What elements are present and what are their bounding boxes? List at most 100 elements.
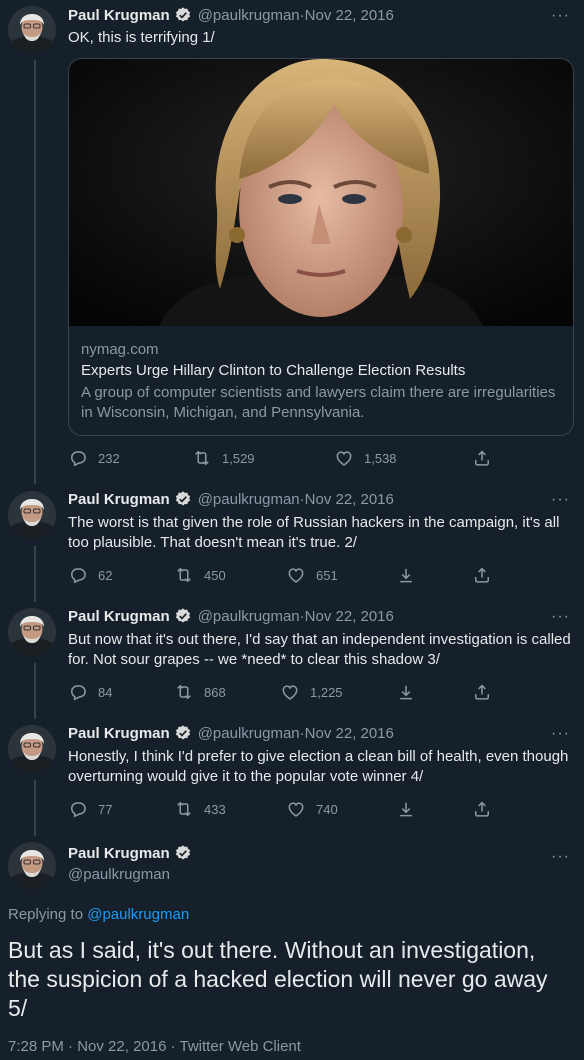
like-icon bbox=[280, 682, 300, 702]
download-button[interactable] bbox=[396, 565, 426, 585]
separator: · bbox=[166, 1038, 180, 1055]
reply-icon bbox=[68, 799, 88, 819]
avatar[interactable] bbox=[8, 725, 56, 773]
tweet-meta: 7:28 PM · Nov 22, 2016 · Twitter Web Cli… bbox=[8, 1038, 301, 1055]
like-count: 740 bbox=[316, 801, 338, 817]
card-description: A group of computer scientists and lawye… bbox=[81, 384, 556, 421]
share-icon bbox=[472, 448, 492, 468]
more-options-icon[interactable]: ··· bbox=[551, 492, 570, 508]
tweet-text: The worst is that given the role of Russ… bbox=[68, 514, 560, 551]
tweet-text: Honestly, I think I'd prefer to give ele… bbox=[68, 748, 569, 785]
thread-connector bbox=[34, 780, 36, 836]
author-name[interactable]: Paul Krugman bbox=[68, 7, 170, 24]
retweet-button[interactable]: 450 bbox=[174, 565, 226, 585]
avatar[interactable] bbox=[8, 608, 56, 656]
tweet-text: OK, this is terrifying 1/ bbox=[68, 29, 215, 46]
verified-badge-icon bbox=[174, 607, 192, 625]
main-tweet-text: But as I said, it's out there. Without a… bbox=[8, 937, 548, 1021]
tweet-header: Paul Krugman @paulkrugman · Nov 22, 2016 bbox=[68, 489, 394, 509]
replying-to-label: Replying to bbox=[8, 906, 88, 923]
download-button[interactable] bbox=[396, 799, 426, 819]
avatar[interactable] bbox=[8, 842, 56, 890]
download-icon bbox=[396, 682, 416, 702]
download-icon bbox=[396, 799, 416, 819]
retweet-count: 1,529 bbox=[222, 450, 255, 466]
share-icon bbox=[472, 682, 492, 702]
retweet-button[interactable]: 433 bbox=[174, 799, 226, 819]
retweet-icon bbox=[174, 565, 194, 585]
like-icon bbox=[286, 799, 306, 819]
share-button[interactable] bbox=[472, 565, 502, 585]
tweet-actions: 84 868 1,225 bbox=[68, 682, 498, 702]
main-tweet-handle-row: @paulkrugman bbox=[68, 864, 170, 884]
tweet-source[interactable]: Twitter Web Client bbox=[180, 1038, 301, 1055]
tweet-text: But now that it's out there, I'd say tha… bbox=[68, 631, 571, 668]
verified-badge-icon bbox=[174, 6, 192, 24]
reply-button[interactable]: 232 bbox=[68, 448, 120, 468]
retweet-count: 433 bbox=[204, 801, 226, 817]
card-title[interactable]: Experts Urge Hillary Clinton to Challeng… bbox=[81, 362, 465, 379]
like-icon bbox=[334, 448, 354, 468]
share-button[interactable] bbox=[472, 448, 502, 468]
tweet-actions: 62 450 651 bbox=[68, 565, 498, 585]
like-button[interactable]: 651 bbox=[286, 565, 338, 585]
author-name[interactable]: Paul Krugman bbox=[68, 608, 170, 625]
tweet-date[interactable]: Nov 22, 2016 bbox=[305, 725, 394, 742]
reply-icon bbox=[68, 565, 88, 585]
retweet-icon bbox=[174, 799, 194, 819]
verified-badge-icon bbox=[174, 490, 192, 508]
author-handle[interactable]: @paulkrugman bbox=[198, 725, 300, 742]
replying-to-handle[interactable]: @paulkrugman bbox=[87, 906, 189, 923]
author-handle[interactable]: @paulkrugman bbox=[68, 866, 170, 883]
more-options-icon[interactable]: ··· bbox=[551, 849, 570, 865]
like-button[interactable]: 740 bbox=[286, 799, 338, 819]
reply-icon bbox=[68, 448, 88, 468]
avatar[interactable] bbox=[8, 6, 56, 54]
verified-badge-icon bbox=[174, 724, 192, 742]
avatar[interactable] bbox=[8, 491, 56, 539]
thread-connector bbox=[34, 60, 36, 484]
author-handle[interactable]: @paulkrugman bbox=[198, 608, 300, 625]
tweet-date[interactable]: Nov 22, 2016 bbox=[305, 491, 394, 508]
reply-button[interactable]: 84 bbox=[68, 682, 112, 702]
tweet-date[interactable]: Nov 22, 2016 bbox=[305, 608, 394, 625]
tweet-header: Paul Krugman @paulkrugman · Nov 22, 2016 bbox=[68, 606, 394, 626]
verified-badge-icon bbox=[174, 844, 192, 862]
reply-count: 84 bbox=[98, 684, 113, 700]
author-name[interactable]: Paul Krugman bbox=[68, 845, 170, 862]
author-name[interactable]: Paul Krugman bbox=[68, 491, 170, 508]
tweet-actions: 232 1,529 1,538 bbox=[68, 448, 498, 468]
reply-button[interactable]: 77 bbox=[68, 799, 112, 819]
tweet-time[interactable]: 7:28 PM bbox=[8, 1038, 64, 1055]
separator: · bbox=[63, 1038, 78, 1055]
thread-connector bbox=[34, 663, 36, 719]
retweet-count: 450 bbox=[204, 567, 226, 583]
main-tweet-author: Paul Krugman bbox=[68, 843, 192, 863]
reply-icon bbox=[68, 682, 88, 702]
like-icon bbox=[286, 565, 306, 585]
download-button[interactable] bbox=[396, 682, 426, 702]
retweet-icon bbox=[174, 682, 194, 702]
like-count: 1,225 bbox=[310, 684, 343, 700]
more-options-icon[interactable]: ··· bbox=[551, 609, 570, 625]
like-button[interactable]: 1,225 bbox=[280, 682, 343, 702]
share-button[interactable] bbox=[472, 799, 502, 819]
author-handle[interactable]: @paulkrugman bbox=[198, 7, 300, 24]
more-options-icon[interactable]: ··· bbox=[551, 726, 570, 742]
share-button[interactable] bbox=[472, 682, 502, 702]
link-card[interactable]: nymag.com Experts Urge Hillary Clinton t… bbox=[68, 58, 574, 436]
tweet-date[interactable]: Nov 22, 2016 bbox=[305, 7, 394, 24]
reply-count: 232 bbox=[98, 450, 120, 466]
retweet-button[interactable]: 868 bbox=[174, 682, 226, 702]
reply-button[interactable]: 62 bbox=[68, 565, 112, 585]
tweet-date[interactable]: Nov 22, 2016 bbox=[77, 1038, 166, 1055]
like-button[interactable]: 1,538 bbox=[334, 448, 397, 468]
like-count: 1,538 bbox=[364, 450, 397, 466]
tweet-header: Paul Krugman @paulkrugman · Nov 22, 2016 bbox=[68, 5, 394, 25]
retweet-icon bbox=[192, 448, 212, 468]
more-options-icon[interactable]: ··· bbox=[551, 8, 570, 24]
author-handle[interactable]: @paulkrugman bbox=[198, 491, 300, 508]
retweet-button[interactable]: 1,529 bbox=[192, 448, 255, 468]
share-icon bbox=[472, 799, 492, 819]
author-name[interactable]: Paul Krugman bbox=[68, 725, 170, 742]
